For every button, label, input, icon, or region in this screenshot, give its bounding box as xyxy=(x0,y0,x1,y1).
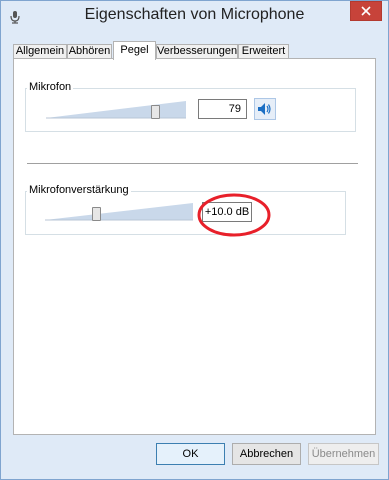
tab-allgemein[interactable]: Allgemein xyxy=(13,44,67,59)
tab-pegel[interactable]: Pegel xyxy=(113,41,156,60)
tab-erweitert[interactable]: Erweitert xyxy=(238,44,289,59)
group-separator xyxy=(27,163,358,165)
microphone-level-value[interactable]: 79 xyxy=(198,99,247,119)
microphone-boost-slider[interactable] xyxy=(45,201,195,223)
ok-button[interactable]: OK xyxy=(156,443,225,465)
microphone-label: Mikrofon xyxy=(27,81,74,93)
close-button[interactable] xyxy=(350,1,382,21)
microphone-slider-thumb[interactable] xyxy=(151,105,160,119)
close-icon xyxy=(361,6,371,16)
microphone-group: Mikrofon 79 xyxy=(25,81,356,132)
apply-button[interactable]: Übernehmen xyxy=(308,443,379,465)
microphone-level-slider[interactable] xyxy=(46,99,188,121)
microphone-boost-label: Mikrofonverstärkung xyxy=(27,184,131,196)
tab-abhoeren[interactable]: Abhören xyxy=(67,44,112,59)
microphone-boost-group: Mikrofonverstärkung +10.0 dB xyxy=(25,184,346,235)
properties-dialog: Eigenschaften von Microphone Allgemein A… xyxy=(0,0,389,480)
tab-panel-pegel: Mikrofon 79 Mikrofonverstärkung +10.0 dB xyxy=(13,58,376,435)
window-title: Eigenschaften von Microphone xyxy=(84,6,305,23)
tab-verbesserungen[interactable]: Verbesserungen xyxy=(156,44,238,59)
speaker-icon xyxy=(258,103,271,115)
title-bar[interactable]: Eigenschaften von Microphone xyxy=(1,1,388,33)
microphone-boost-slider-thumb[interactable] xyxy=(92,207,101,221)
cancel-button[interactable]: Abbrechen xyxy=(232,443,301,465)
mute-button[interactable] xyxy=(254,98,276,120)
red-ellipse-annotation xyxy=(197,193,271,237)
